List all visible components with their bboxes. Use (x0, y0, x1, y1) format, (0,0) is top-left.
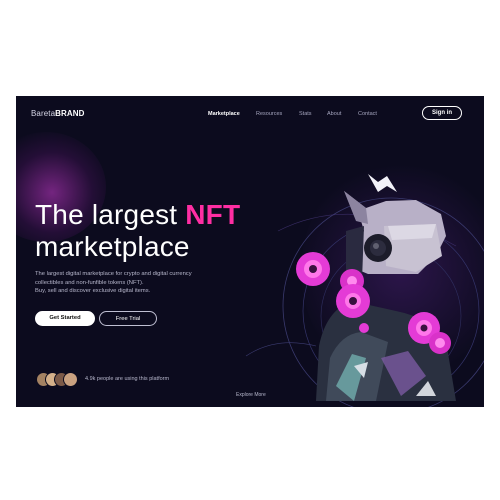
free-trial-button[interactable]: Free Trial (99, 311, 157, 326)
hero-description: The largest digital marketplace for cryp… (35, 270, 245, 296)
top-nav: BaretaBRAND Marketplace Resources Stats … (16, 96, 484, 132)
avatar (63, 372, 78, 387)
logo-text: Bareta (31, 109, 56, 118)
description-line: The largest digital marketplace for cryp… (35, 271, 192, 277)
logo-text-bold: BRAND (55, 109, 85, 118)
title-line-two: marketplace (35, 231, 190, 262)
nav-resources[interactable]: Resources (256, 111, 282, 117)
get-started-button[interactable]: Get Started (35, 311, 95, 326)
signin-button[interactable]: Sign in (422, 106, 462, 120)
app-frame: BaretaBRAND Marketplace Resources Stats … (16, 96, 484, 407)
logo[interactable]: BaretaBRAND (31, 109, 85, 118)
nav-contact[interactable]: Contact (358, 111, 377, 117)
description-line: Buy, sell and discover exclusive digital… (35, 288, 151, 295)
user-count-text: 4.9k people are using this platform (85, 376, 170, 382)
title-text: The largest (35, 199, 186, 230)
nav-marketplace[interactable]: Marketplace (208, 111, 240, 117)
nav-about[interactable]: About (327, 111, 341, 117)
explore-more-link[interactable]: Explore More (236, 392, 266, 398)
title-highlight: NFT (185, 199, 241, 230)
bolt-icon (368, 174, 397, 192)
nav-stats[interactable]: Stats (299, 111, 312, 117)
avatar-group (36, 372, 86, 387)
page-title: The largest NFT marketplace (35, 199, 240, 263)
description-line: collectibles and non-funfible tokens (NF… (35, 279, 144, 286)
